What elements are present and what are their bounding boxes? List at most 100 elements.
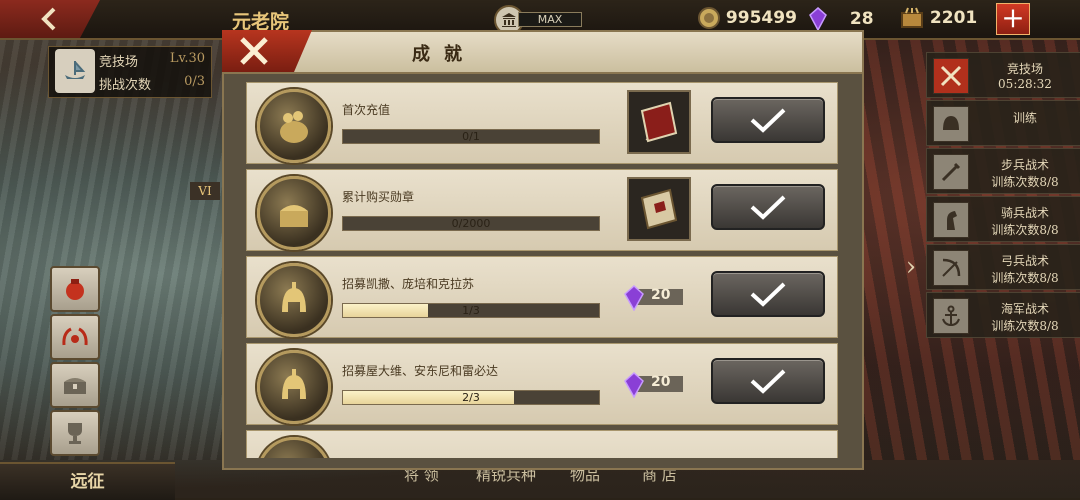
helmet-icon bbox=[933, 106, 969, 142]
dialog-title: 成就 bbox=[412, 44, 476, 65]
arena-panel[interactable]: 竞技场 Lv.30 挑战次数 0/3 bbox=[48, 46, 212, 98]
checkmark-icon bbox=[750, 108, 786, 133]
right-item-cavalry[interactable]: 骑兵战术 训练次数8/8 bbox=[926, 196, 1080, 242]
laurel-crown-icon bbox=[62, 327, 88, 346]
right-item-archer[interactable]: 弓兵战术 训练次数8/8 bbox=[926, 244, 1080, 290]
coins-value: 995499 bbox=[725, 8, 797, 28]
food-counter: 2201 bbox=[900, 7, 977, 31]
right-item-count: 训练次数8/8 bbox=[991, 271, 1059, 285]
bow-icon bbox=[933, 250, 969, 286]
right-item-title: 弓兵战术 bbox=[1000, 254, 1049, 268]
scroll-item-icon bbox=[640, 188, 678, 230]
wheat-crate-icon bbox=[901, 7, 923, 28]
close-button[interactable] bbox=[222, 30, 312, 72]
achievement-title: 累计购买勋章 bbox=[342, 190, 415, 204]
gem-reward: 20 bbox=[617, 372, 697, 398]
right-panel: 竞技场 05:28:32 训练 步兵战术 训练次数8/8 骑兵战术 训练次数8/… bbox=[926, 52, 1080, 460]
achievement-row: 招募凯撒、庞培和克拉苏 1/3 20 bbox=[246, 256, 838, 338]
expand-arrow-icon[interactable]: › bbox=[898, 250, 924, 284]
right-item-count: 训练次数8/8 bbox=[991, 175, 1059, 189]
expedition-button[interactable]: 远征 bbox=[0, 462, 175, 500]
treasure-chest-icon bbox=[257, 176, 331, 250]
achievement-list[interactable]: 首次充值 0/1 累计购买勋章 0/2000 招募凯撒、庞培和克拉苏 1/3 2… bbox=[238, 82, 842, 458]
horse-head-icon bbox=[933, 202, 969, 238]
right-item-title: 步兵战术 bbox=[1000, 158, 1049, 172]
money-bag-button[interactable] bbox=[50, 266, 100, 312]
claim-button[interactable] bbox=[711, 97, 825, 143]
coin-icon bbox=[698, 7, 720, 29]
treasure-chest-icon bbox=[64, 378, 86, 394]
helmet-icon bbox=[257, 350, 331, 424]
right-item-training[interactable]: 训练 bbox=[926, 100, 1080, 146]
progress-text: 2/3 bbox=[462, 391, 480, 404]
add-resource-button[interactable]: + bbox=[996, 3, 1030, 35]
coins-counter: 995499 bbox=[698, 7, 797, 31]
gold-pot-icon bbox=[257, 89, 331, 163]
arena-level: Lv.30 bbox=[169, 51, 205, 66]
money-bag-icon bbox=[66, 279, 84, 300]
max-level-bar: MAX bbox=[518, 12, 582, 27]
achievement-row: 招募屋大维、安东尼和雷必达 2/3 20 bbox=[246, 343, 838, 425]
crossed-swords-icon bbox=[933, 58, 969, 94]
back-button[interactable] bbox=[0, 0, 100, 38]
achievements-dialog: 成就 首次充值 0/1 累计购买勋章 0/2000 招募凯撒、庞培和克拉苏 1/… bbox=[222, 30, 864, 470]
chest-button[interactable] bbox=[50, 362, 100, 408]
achievement-title: 首次充值 bbox=[342, 103, 391, 117]
helmet-icon bbox=[257, 263, 331, 337]
close-icon bbox=[240, 37, 268, 65]
right-item-arena[interactable]: 竞技场 05:28:32 bbox=[926, 52, 1080, 98]
medal-icon bbox=[257, 437, 331, 458]
progress-text: 1/3 bbox=[462, 304, 480, 317]
ship-banner-icon bbox=[55, 49, 95, 93]
achievement-row: 首次充值 0/1 bbox=[246, 82, 838, 164]
dialog-header: 成就 bbox=[222, 30, 862, 74]
achievement-title: 招募凯撒、庞培和克拉苏 bbox=[342, 277, 475, 291]
food-value: 2201 bbox=[929, 8, 978, 28]
senate-level: MAX bbox=[494, 5, 590, 35]
right-item-title: 训练 bbox=[1012, 111, 1037, 125]
gem-icon bbox=[809, 7, 827, 31]
progress-text: 0/1 bbox=[462, 130, 480, 143]
sword-icon bbox=[933, 154, 969, 190]
progress-bar: 0/1 bbox=[342, 129, 600, 144]
claim-button[interactable] bbox=[711, 271, 825, 317]
gem-icon bbox=[624, 372, 644, 398]
progress-bar: 1/3 bbox=[342, 303, 600, 318]
right-item-timer: 05:28:32 bbox=[998, 77, 1052, 91]
reward-item[interactable] bbox=[627, 177, 691, 241]
right-item-title: 竞技场 bbox=[1006, 62, 1043, 76]
challenge-label: 挑战次数 bbox=[99, 78, 152, 93]
gem-amount: 20 bbox=[651, 374, 671, 390]
right-item-count: 训练次数8/8 bbox=[991, 319, 1059, 333]
right-item-navy[interactable]: 海军战术 训练次数8/8 bbox=[926, 292, 1080, 338]
gems-value: 28 bbox=[849, 9, 874, 29]
challenge-count: 0/3 bbox=[184, 74, 205, 89]
reward-item[interactable] bbox=[627, 90, 691, 154]
progress-bar: 0/2000 bbox=[342, 216, 600, 231]
trophy-button[interactable] bbox=[50, 410, 100, 456]
gem-icon bbox=[624, 285, 644, 311]
vi-badge: VI bbox=[190, 182, 220, 200]
harbor-scene bbox=[0, 40, 225, 460]
right-item-count: 训练次数8/8 bbox=[991, 223, 1059, 237]
achievement-row: 累计购买勋章 0/2000 bbox=[246, 169, 838, 251]
checkmark-icon bbox=[750, 195, 786, 220]
trophy-icon bbox=[68, 423, 82, 444]
gems-counter: 28 bbox=[808, 7, 874, 31]
arena-label: 竞技场 bbox=[99, 55, 139, 70]
achievement-title: 招募屋大维、安东尼和雷必达 bbox=[342, 364, 499, 378]
checkmark-icon bbox=[750, 369, 786, 394]
back-arrow-icon bbox=[41, 7, 56, 31]
gem-amount: 20 bbox=[651, 287, 671, 303]
book-item-icon bbox=[640, 101, 678, 143]
progress-bar: 2/3 bbox=[342, 390, 600, 405]
gem-reward: 20 bbox=[617, 285, 697, 311]
claim-button[interactable] bbox=[711, 184, 825, 230]
anchor-icon bbox=[933, 298, 969, 334]
progress-text: 0/2000 bbox=[451, 217, 491, 230]
right-item-title: 骑兵战术 bbox=[1000, 206, 1049, 220]
claim-button[interactable] bbox=[711, 358, 825, 404]
laurel-crown-button[interactable] bbox=[50, 314, 100, 360]
checkmark-icon bbox=[750, 282, 786, 307]
right-item-infantry[interactable]: 步兵战术 训练次数8/8 bbox=[926, 148, 1080, 194]
